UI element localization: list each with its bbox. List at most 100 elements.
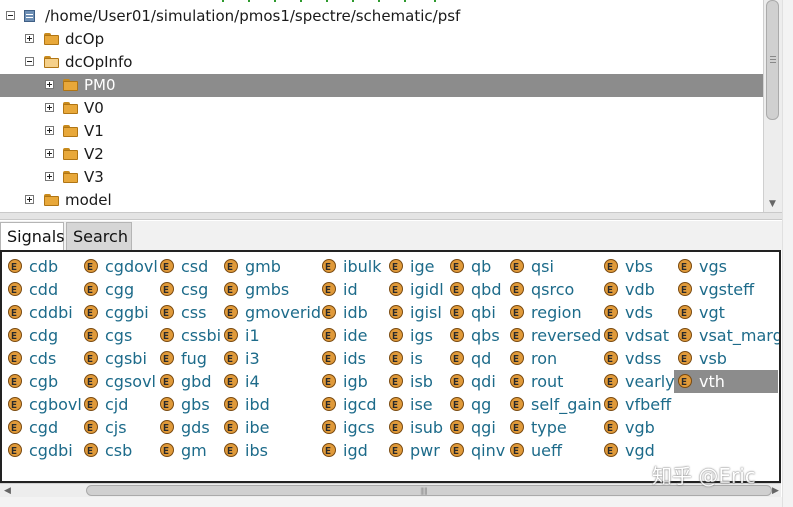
expression-icon (322, 348, 336, 371)
signal-label: cddbi (29, 303, 73, 322)
watermark: 知乎 @Eric (652, 464, 756, 488)
signal-label: qbd (471, 280, 502, 299)
signal-label: ids (343, 349, 366, 368)
expression-icon (224, 394, 238, 417)
signal-label: fug (181, 349, 207, 368)
signal-label: ige (410, 257, 435, 276)
tree-scrollbar-thumb[interactable] (766, 0, 779, 120)
tree-item-label: V0 (84, 99, 104, 117)
expression-icon (604, 440, 618, 463)
expand-icon[interactable] (45, 149, 54, 158)
signal-label: vdss (625, 349, 662, 368)
tree-vertical-scrollbar[interactable]: ▼ (763, 0, 782, 212)
expand-icon[interactable] (25, 34, 34, 43)
expression-icon (160, 440, 174, 463)
tree-item-label: model (65, 191, 112, 209)
signal-label: reversed (531, 326, 602, 345)
expression-icon (389, 279, 403, 302)
expression-icon (224, 256, 238, 279)
tree-item-label: V3 (84, 168, 104, 186)
signal-label: i4 (245, 372, 260, 391)
signal-label: vsb (699, 349, 727, 368)
signal-label: i1 (245, 326, 260, 345)
expression-icon (678, 302, 692, 325)
tab-signals[interactable]: Signals (0, 222, 64, 250)
signal-label: type (531, 418, 567, 437)
expression-icon (224, 417, 238, 440)
signal-item[interactable]: vth (674, 370, 778, 394)
expression-icon (604, 325, 618, 348)
expand-icon[interactable] (45, 126, 54, 135)
folder-icon (63, 171, 78, 183)
signal-label: cdb (29, 257, 59, 276)
pane-splitter[interactable] (0, 212, 782, 220)
tree-item-label: V2 (84, 145, 104, 163)
tab-search[interactable]: Search (66, 222, 132, 250)
scroll-down-icon[interactable]: ▼ (766, 198, 779, 210)
expression-icon (160, 371, 174, 394)
collapse-icon[interactable] (6, 11, 15, 20)
expression-icon (8, 302, 22, 325)
collapse-icon[interactable] (25, 57, 34, 66)
signal-label: is (410, 349, 423, 368)
folder-icon (63, 125, 78, 137)
expression-icon (604, 417, 618, 440)
expression-icon (678, 348, 692, 371)
signal-label: qg (471, 395, 492, 414)
expand-icon[interactable] (25, 195, 34, 204)
signal-label: csb (105, 441, 133, 460)
signal-label: cjs (105, 418, 127, 437)
signal-label: vgs (699, 257, 727, 276)
signal-label: qgi (471, 418, 496, 437)
signal-label: region (531, 303, 582, 322)
expression-icon (604, 256, 618, 279)
signal-label: gds (181, 418, 210, 437)
signal-label: vds (625, 303, 653, 322)
expression-icon (510, 417, 524, 440)
expand-icon[interactable] (45, 103, 54, 112)
database-icon (24, 10, 35, 22)
expression-icon (678, 279, 692, 302)
expression-icon (224, 440, 238, 463)
signal-label: vgb (625, 418, 655, 437)
signal-label: qsi (531, 257, 554, 276)
signal-label: ide (343, 326, 368, 345)
signal-label: isb (410, 372, 433, 391)
expression-icon (678, 371, 692, 394)
signal-label: qb (471, 257, 492, 276)
signal-label: ibulk (343, 257, 382, 276)
folder-icon (44, 194, 59, 206)
expression-icon (322, 279, 336, 302)
expression-icon (389, 440, 403, 463)
signal-label: ibd (245, 395, 270, 414)
expression-icon (389, 256, 403, 279)
signal-label: isub (410, 418, 444, 437)
signal-label: idb (343, 303, 368, 322)
signal-label: ueff (531, 441, 563, 460)
signal-label: cssbi (181, 326, 222, 345)
expression-icon (8, 440, 22, 463)
tree-item-label: dcOpInfo (65, 53, 133, 71)
signal-label: qbs (471, 326, 500, 345)
scroll-left-icon[interactable]: ◀ (4, 484, 11, 498)
expression-icon (160, 417, 174, 440)
signal-label: csd (181, 257, 209, 276)
signal-label: cgd (29, 418, 59, 437)
signal-label: vsat_marg (699, 326, 781, 345)
expression-icon (322, 325, 336, 348)
expression-icon (510, 325, 524, 348)
expand-icon[interactable] (45, 172, 54, 181)
tree-item-pm0[interactable]: PM0 (0, 74, 763, 97)
expression-icon (8, 325, 22, 348)
expression-icon (8, 417, 22, 440)
expression-icon (322, 394, 336, 417)
scroll-right-icon[interactable]: ▶ (772, 484, 779, 498)
expression-icon (450, 348, 464, 371)
signal-label: igidl (410, 280, 444, 299)
expression-icon (389, 371, 403, 394)
expression-icon (322, 440, 336, 463)
signal-list[interactable]: cdb cdd cddbi cdg cds cgb cgbovl cgd cgdbi cgdovl… (0, 250, 781, 483)
expand-icon[interactable] (45, 80, 54, 89)
expression-icon (678, 325, 692, 348)
expression-icon (389, 302, 403, 325)
